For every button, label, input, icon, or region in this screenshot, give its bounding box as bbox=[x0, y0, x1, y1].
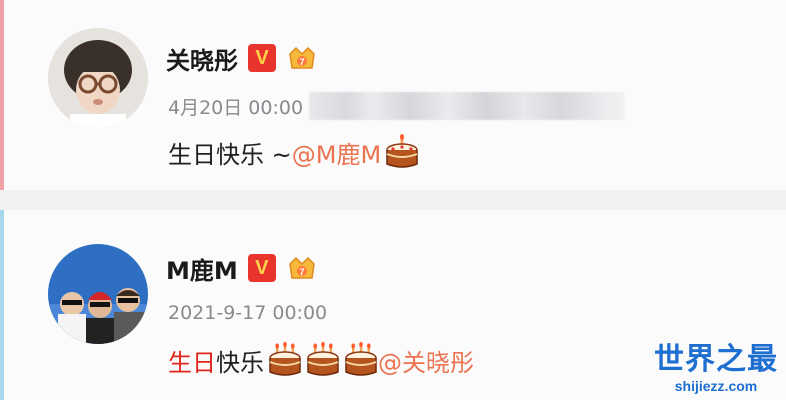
mention-link[interactable]: @关晓彤 bbox=[378, 343, 474, 378]
verified-icon[interactable]: V bbox=[247, 254, 276, 282]
post-text-highlight: 生日 bbox=[168, 348, 216, 377]
cake-icon bbox=[306, 341, 340, 378]
verified-icon[interactable]: V bbox=[248, 44, 276, 72]
avatar[interactable] bbox=[48, 28, 148, 128]
vip-crown-icon[interactable]: 7 bbox=[286, 252, 318, 284]
author-row: M鹿M V 7 bbox=[166, 250, 318, 286]
post-time[interactable]: 2021-9-17 00:00 bbox=[168, 302, 327, 324]
post-content: 生日 快乐 @关晓彤 bbox=[168, 340, 474, 380]
post-meta: 4月20日 00:00 bbox=[168, 92, 626, 120]
mention-link[interactable]: @M鹿M bbox=[292, 135, 381, 170]
post-card: 关晓彤 V 7 4月20日 00:00 生日快乐 ~ @M鹿M bbox=[0, 0, 786, 190]
svg-text:7: 7 bbox=[299, 267, 304, 277]
post-content: 生日快乐 ~ @M鹿M bbox=[168, 132, 419, 172]
avatar[interactable] bbox=[48, 244, 148, 344]
watermark-url: shijiezz.com bbox=[674, 378, 758, 394]
cake-icon bbox=[344, 341, 378, 378]
cake-icon bbox=[268, 341, 302, 378]
author-name[interactable]: 关晓彤 bbox=[166, 41, 238, 76]
post-text: 生日快乐 ~ bbox=[168, 140, 292, 169]
divider bbox=[0, 190, 786, 210]
redacted-source bbox=[309, 92, 626, 120]
post-time[interactable]: 4月20日 00:00 bbox=[168, 93, 303, 120]
author-name[interactable]: M鹿M bbox=[166, 251, 238, 286]
post-meta: 2021-9-17 00:00 bbox=[168, 302, 327, 324]
vip-crown-icon[interactable]: 7 bbox=[286, 42, 318, 74]
svg-text:7: 7 bbox=[299, 57, 304, 67]
cake-icon bbox=[385, 134, 419, 170]
watermark-title: 世界之最 bbox=[654, 342, 778, 377]
watermark: 世界之最 shijiezz.com bbox=[654, 342, 778, 394]
post-text: 快乐 bbox=[216, 348, 264, 377]
author-row: 关晓彤 V 7 bbox=[166, 40, 318, 76]
